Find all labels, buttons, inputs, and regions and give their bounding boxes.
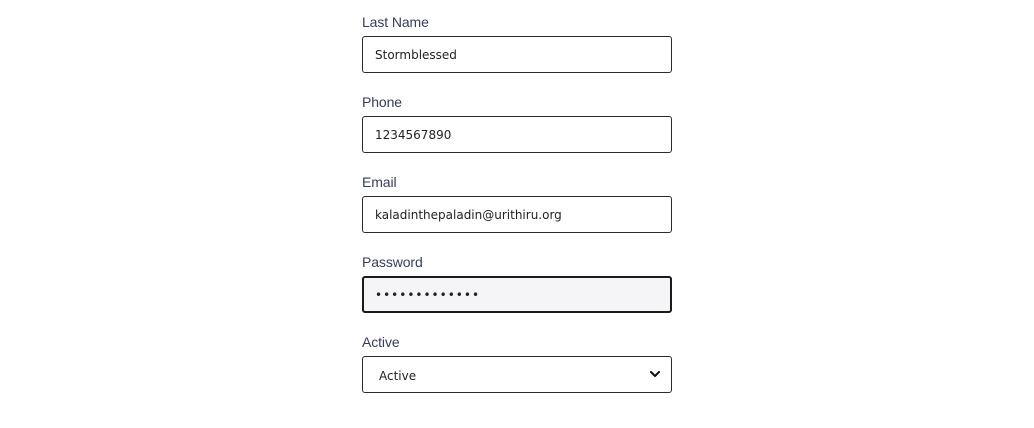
- last-name-label: Last Name: [362, 14, 429, 30]
- active-select[interactable]: Active: [362, 356, 672, 393]
- email-input[interactable]: [362, 196, 672, 233]
- phone-input[interactable]: [362, 116, 672, 153]
- password-label: Password: [362, 254, 423, 270]
- active-select-value: Active: [379, 369, 417, 383]
- phone-label: Phone: [362, 94, 402, 110]
- active-label: Active: [362, 334, 400, 350]
- password-input[interactable]: [362, 276, 672, 313]
- chevron-down-icon: [649, 369, 661, 381]
- email-label: Email: [362, 174, 397, 190]
- last-name-input[interactable]: [362, 36, 672, 73]
